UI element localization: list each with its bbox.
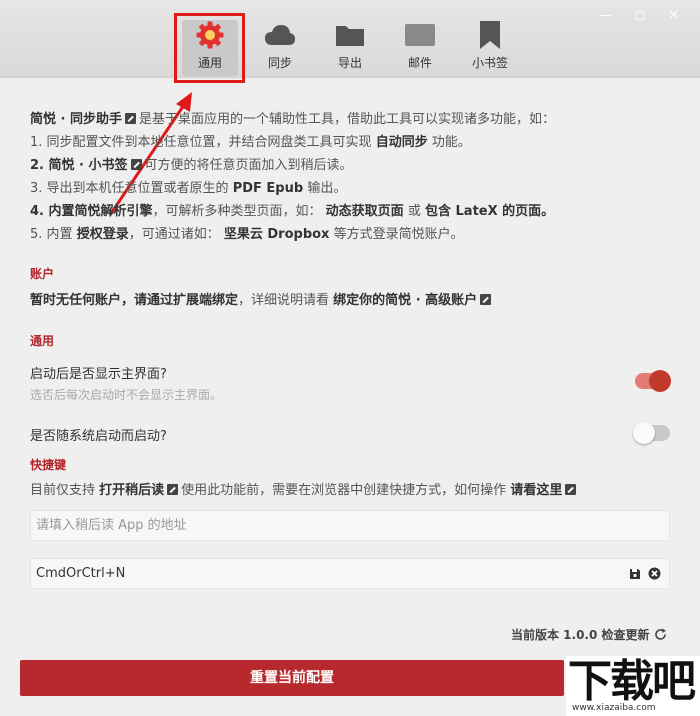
tab-mail[interactable]: 邮件 <box>392 20 448 76</box>
shortcut-key-input[interactable]: CmdOrCtrl+N <box>30 558 670 589</box>
version-text: 当前版本 1.0.0 检查更新 <box>511 628 650 642</box>
see-here-link[interactable]: 请看这里 <box>510 483 562 498</box>
toggle-knob <box>633 422 655 444</box>
refresh-icon <box>654 628 666 640</box>
option-show-main-window: 启动后是否显示主界面? 选否后每次启动时不会显示主界面。 <box>30 363 222 403</box>
tab-sync-label: 同步 <box>267 56 292 70</box>
annotation-highlight-box <box>174 13 245 83</box>
open-read-later-link[interactable]: 打开稍后读 <box>99 483 164 498</box>
folder-icon <box>334 20 366 50</box>
external-link-icon[interactable] <box>167 484 179 495</box>
tab-sync[interactable]: 同步 <box>252 20 308 76</box>
option-2-title: 是否随系统启动而启动? <box>30 429 167 444</box>
shortcut-key-value: CmdOrCtrl+N <box>36 566 126 581</box>
intro-item-5-post: 等方式登录简悦账户。 <box>333 227 464 242</box>
external-link-icon[interactable] <box>125 113 136 124</box>
shortcut-desc-text: 目前仅支持 <box>30 483 96 498</box>
tab-mail-label: 邮件 <box>407 56 432 70</box>
intro-item-4: 4. 内置简悦解析引擎，可解析多种类型页面，如： 动态获取页面 或 包含 Lat… <box>30 200 670 223</box>
intro-item-2-bold: 2. 简悦 · 小书签 <box>30 158 128 173</box>
account-section-title: 账户 <box>30 267 55 281</box>
tab-bookmark[interactable]: 小书签 <box>462 20 518 76</box>
toggle-knob <box>649 370 671 392</box>
autostart-toggle[interactable] <box>633 422 670 444</box>
intro-item-5-text: 5. 内置 <box>30 227 73 242</box>
intro-section: 简悦 · 同步助手 是基于桌面应用的一个辅助性工具，借助此工具可以实现诸多功能，如… <box>30 108 670 246</box>
cloud-icon <box>264 20 296 50</box>
version-check-update[interactable]: 当前版本 1.0.0 检查更新 <box>511 626 667 643</box>
bind-account-link[interactable]: 绑定你的简悦 · 高级账户 <box>333 293 477 308</box>
account-text: ，详细说明请看 <box>238 293 330 308</box>
intro-item-5: 5. 内置 授权登录，可通过诸如： 坚果云 Dropbox 等方式登录简悦账户。 <box>30 223 670 246</box>
shortcut-section-title: 快捷键 <box>30 458 67 472</box>
top-toolbar: — ☐ ✕ 通用 同步 导出 邮件 小书签 <box>0 0 700 78</box>
intro-item-3-text: 3. 导出到本机任意位置或者原生的 <box>30 181 229 196</box>
intro-title-desc: 是基于桌面应用的一个辅助性工具，借助此工具可以实现诸多功能，如： <box>139 112 556 127</box>
intro-item-2-text: 可方便的将任意页面加入到稍后读。 <box>144 158 353 173</box>
intro-item-1-post: 功能。 <box>431 135 471 150</box>
intro-item-5-mid: ，可通过诸如： <box>128 227 220 242</box>
intro-item-4-bold2: 动态获取页面 <box>325 204 404 219</box>
intro-item-1-bold: 自动同步 <box>375 135 428 150</box>
intro-item-3-bold: PDF Epub <box>232 181 304 196</box>
intro-item-3: 3. 导出到本机任意位置或者原生的 PDF Epub 输出。 <box>30 177 670 200</box>
intro-item-4-bold: 4. 内置简悦解析引擎 <box>30 204 153 219</box>
show-main-window-toggle[interactable] <box>635 370 671 392</box>
tab-bar: 通用 同步 导出 邮件 小书签 <box>0 14 700 78</box>
shortcut-description: 目前仅支持 打开稍后读 使用此功能前，需要在浏览器中创建快捷方式，如何操作 请看这… <box>30 479 670 502</box>
mail-icon <box>404 20 436 50</box>
watermark-url: www.xiazaiba.com <box>572 703 656 713</box>
save-icon[interactable] <box>629 568 641 580</box>
clear-icon[interactable] <box>648 567 661 580</box>
intro-item-1-text: 1. 同步配置文件到本地任意位置，并结合网盘类工具可实现 <box>30 135 372 150</box>
bookmark-icon <box>474 20 506 50</box>
account-bold-text: 暂时无任何账户，请通过扩展端绑定 <box>30 293 239 308</box>
tab-export[interactable]: 导出 <box>322 20 378 76</box>
intro-item-1: 1. 同步配置文件到本地任意位置，并结合网盘类工具可实现 自动同步 功能。 <box>30 131 670 154</box>
intro-item-5-bold2: 坚果云 Dropbox <box>223 227 330 242</box>
general-section-title: 通用 <box>30 334 55 348</box>
external-link-icon[interactable] <box>130 159 142 170</box>
site-watermark: 下载吧 www.xiazaiba.com <box>566 656 700 716</box>
intro-title: 简悦 · 同步助手 <box>30 112 122 127</box>
intro-item-5-bold: 授权登录 <box>76 227 129 242</box>
tab-export-label: 导出 <box>337 56 362 70</box>
external-link-icon[interactable] <box>565 484 577 495</box>
intro-item-4-or: 或 <box>407 204 421 219</box>
external-link-icon[interactable] <box>480 294 492 305</box>
intro-item-4-text: ，可解析多种类型页面，如： <box>152 204 322 219</box>
watermark-logo-text: 下载吧 <box>568 656 696 707</box>
shortcut-desc-mid: 使用此功能前，需要在浏览器中创建快捷方式，如何操作 <box>181 483 507 498</box>
option-1-subtitle: 选否后每次启动时不会显示主界面。 <box>30 388 223 402</box>
reset-config-button[interactable]: 重置当前配置 <box>20 660 564 696</box>
intro-item-2: 2. 简悦 · 小书签 可方便的将任意页面加入到稍后读。 <box>30 154 670 177</box>
account-info: 暂时无任何账户，请通过扩展端绑定，详细说明请看 绑定你的简悦 · 高级账户 <box>30 289 670 312</box>
intro-title-line: 简悦 · 同步助手 是基于桌面应用的一个辅助性工具，借助此工具可以实现诸多功能，如… <box>30 108 670 131</box>
intro-item-3-post: 输出。 <box>307 181 347 196</box>
option-1-title: 启动后是否显示主界面? <box>30 367 167 382</box>
tab-bookmark-label: 小书签 <box>471 56 508 70</box>
intro-item-4-bold3: 包含 LateX 的页面。 <box>424 204 555 219</box>
read-later-url-input[interactable]: 请填入稍后读 App 的地址 <box>30 510 670 541</box>
